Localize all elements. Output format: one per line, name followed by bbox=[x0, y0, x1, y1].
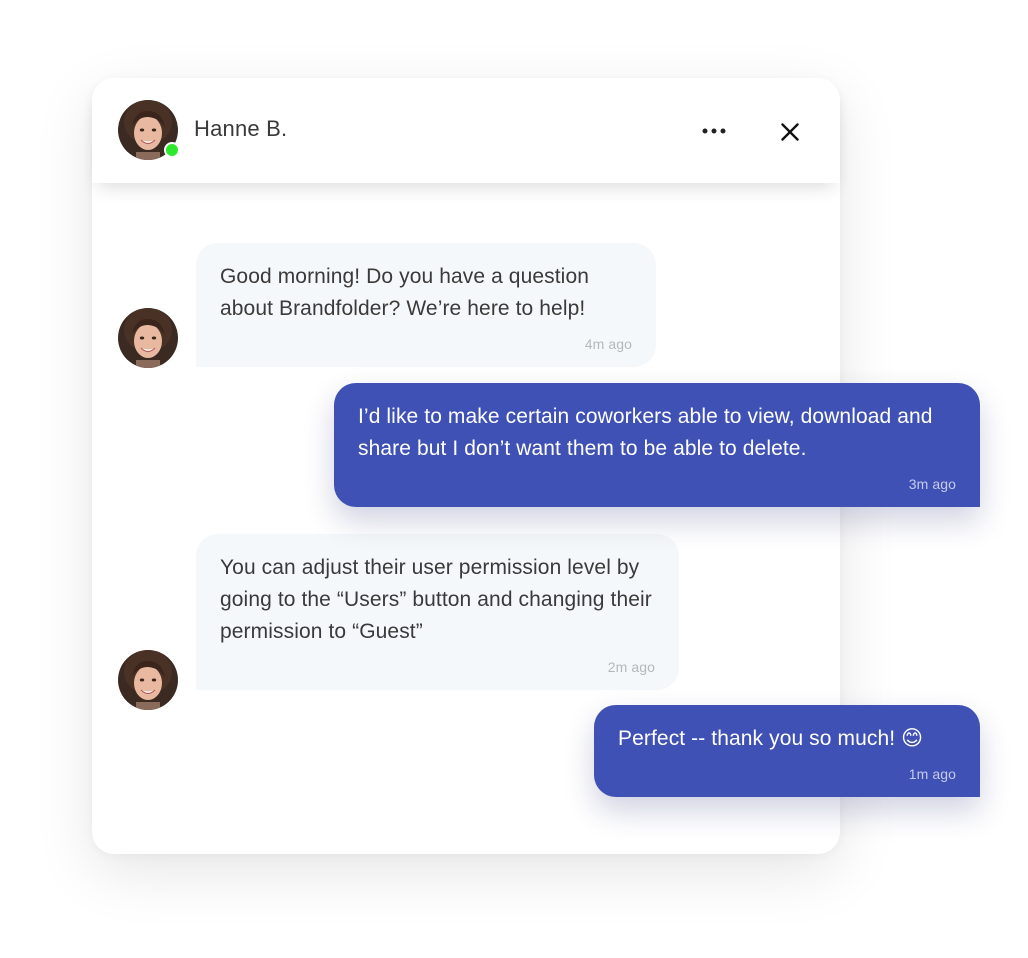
message-outgoing: I’d like to make certain coworkers able … bbox=[334, 383, 980, 507]
message-timestamp: 4m ago bbox=[584, 336, 632, 352]
message-incoming: You can adjust their user permission lev… bbox=[196, 534, 679, 690]
avatar-image bbox=[118, 650, 178, 710]
more-horizontal-icon bbox=[702, 128, 726, 134]
message-text: I’d like to make certain coworkers able … bbox=[358, 405, 933, 460]
avatar-image bbox=[118, 308, 178, 368]
more-options-button[interactable] bbox=[694, 116, 734, 146]
close-icon bbox=[781, 123, 799, 141]
agent-avatar bbox=[118, 308, 178, 368]
message-text: Perfect -- thank you so much! 😊 bbox=[618, 727, 924, 750]
message-outgoing: Perfect -- thank you so much! 😊 1m ago bbox=[594, 705, 980, 797]
online-status-dot bbox=[164, 142, 180, 158]
stage: Hanne B. Good morning! Do you have a que… bbox=[0, 0, 1028, 958]
chat-header: Hanne B. bbox=[92, 78, 840, 183]
contact-avatar[interactable] bbox=[118, 100, 180, 160]
close-button[interactable] bbox=[772, 114, 808, 150]
agent-avatar bbox=[118, 650, 178, 710]
message-timestamp: 3m ago bbox=[908, 476, 956, 492]
contact-name: Hanne B. bbox=[194, 116, 288, 141]
message-text: You can adjust their user permission lev… bbox=[220, 556, 652, 643]
message-incoming: Good morning! Do you have a question abo… bbox=[196, 243, 656, 367]
message-timestamp: 2m ago bbox=[607, 659, 655, 675]
message-text: Good morning! Do you have a question abo… bbox=[220, 265, 589, 320]
message-timestamp: 1m ago bbox=[908, 766, 956, 782]
